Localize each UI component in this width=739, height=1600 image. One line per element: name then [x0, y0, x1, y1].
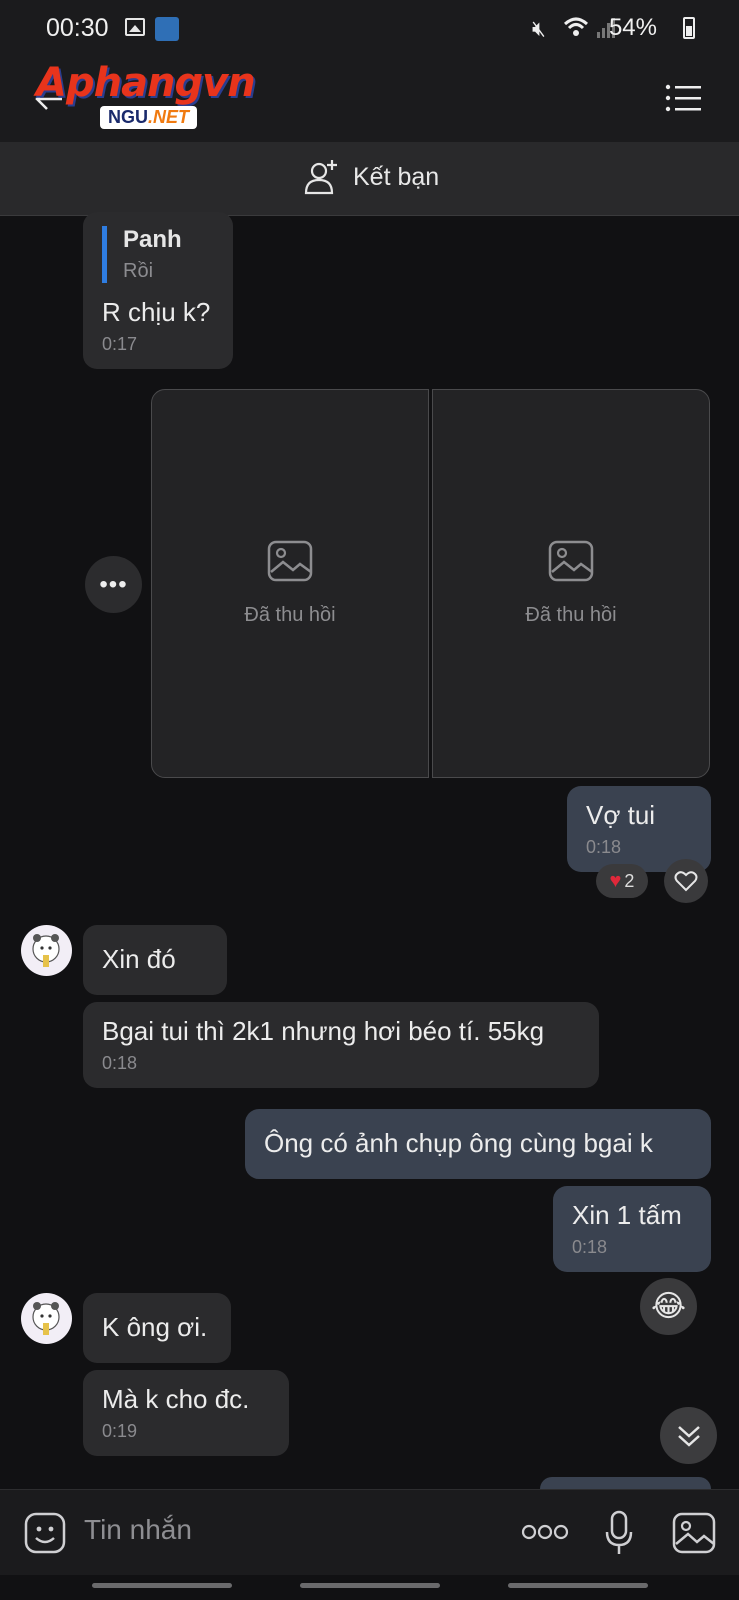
message-bubble-incoming[interactable]: K ông ơi.	[83, 1293, 231, 1363]
message-text: Xin 1 tấm	[572, 1200, 682, 1230]
app-notification-icon	[155, 17, 179, 41]
sticker-icon[interactable]	[24, 1512, 66, 1554]
microphone-icon[interactable]	[604, 1510, 634, 1556]
message-time: 0:18	[572, 1237, 608, 1257]
nav-home[interactable]	[300, 1583, 440, 1588]
image-icon	[548, 540, 594, 582]
message-input[interactable]: Tin nhắn	[84, 1514, 192, 1546]
add-friend-bar: Kết bạn	[0, 142, 739, 216]
nav-recents[interactable]	[92, 1583, 232, 1588]
message-bubble-outgoing[interactable]: Xin 1 tấm 0:18	[553, 1186, 711, 1272]
add-user-icon	[304, 160, 337, 195]
quoted-reply[interactable]: Panh Rồi	[102, 226, 214, 283]
menu-icon[interactable]	[665, 84, 701, 112]
more-options-icon[interactable]	[521, 1524, 569, 1540]
message-text: Ông có ảnh chụp ông cùng bgai k	[264, 1128, 653, 1158]
recalled-photo[interactable]: Đã thu hồi	[432, 389, 710, 778]
mute-icon: 🔇︎	[532, 16, 546, 41]
message-time: 0:19	[102, 1421, 138, 1441]
logo-sub: NGU.NET	[100, 106, 198, 129]
laughing-emoji-icon: 😂	[650, 1290, 687, 1323]
heart-icon: ♥	[609, 869, 622, 892]
avatar[interactable]	[21, 1293, 72, 1344]
message-text: Vợ tui	[586, 800, 656, 830]
logo-main-text: Aphangvn	[36, 60, 256, 106]
message-bubble-incoming[interactable]: Panh Rồi R chịu k? 0:17	[83, 212, 233, 369]
recalled-label: Đã thu hồi	[244, 604, 336, 626]
status-bar: 00:30 🔇︎ 54%	[0, 0, 739, 56]
scroll-to-bottom-button[interactable]	[660, 1407, 717, 1464]
reaction-badge[interactable]: ♥ 2	[596, 864, 648, 898]
message-input-bar: Tin nhắn	[0, 1489, 739, 1575]
message-bubble-outgoing[interactable]: Ông có ảnh chụp ông cùng bgai k	[245, 1109, 711, 1179]
gallery-notification-icon	[125, 18, 145, 36]
message-bubble-incoming[interactable]: Xin đó	[83, 925, 227, 995]
panda-sticker-icon	[32, 1302, 60, 1335]
panda-sticker-icon	[32, 934, 60, 967]
message-text: K ông ơi.	[102, 1312, 208, 1342]
double-chevron-down-icon	[677, 1425, 700, 1447]
message-text: Mà k cho đc.	[102, 1384, 250, 1414]
message-options-button[interactable]: •••	[85, 556, 142, 613]
message-text: Xin đó	[102, 944, 176, 974]
react-button[interactable]	[664, 859, 708, 903]
message-text: R chịu k?	[102, 297, 211, 327]
recalled-label: Đã thu hồi	[525, 604, 617, 626]
add-friend-button[interactable]: Kết bạn	[303, 158, 439, 196]
watermark-logo: Aphangvn NGU.NET	[36, 60, 256, 129]
chat-header: Aphangvn NGU.NET	[0, 56, 739, 142]
status-time: 00:30	[46, 14, 109, 42]
heart-outline-icon	[674, 871, 698, 892]
message-time: 0:18	[586, 837, 622, 857]
message-bubble-incoming[interactable]: Mà k cho đc. 0:19	[83, 1370, 289, 1456]
message-bubble-outgoing[interactable]	[540, 1477, 711, 1489]
quoted-sender: Panh	[123, 226, 182, 253]
add-friend-label: Kết bạn	[353, 162, 440, 191]
recalled-photo[interactable]: Đã thu hồi	[151, 389, 429, 778]
system-nav-bar	[0, 1575, 739, 1600]
message-text: Bgai tui thì 2k1 nhưng hơi béo tí. 55kg	[102, 1016, 545, 1046]
battery-percent: 54%	[608, 14, 657, 41]
image-icon	[267, 540, 313, 582]
message-bubble-incoming[interactable]: Bgai tui thì 2k1 nhưng hơi béo tí. 55kg …	[83, 1002, 599, 1088]
battery-icon	[683, 17, 695, 39]
avatar[interactable]	[21, 925, 72, 976]
message-time: 0:17	[102, 334, 138, 354]
message-time: 0:18	[102, 1053, 138, 1073]
photo-picker-icon[interactable]	[672, 1512, 716, 1554]
wifi-icon	[563, 17, 589, 36]
react-button[interactable]: 😂	[640, 1278, 697, 1335]
nav-back[interactable]	[508, 1583, 648, 1588]
reaction-count: 2	[624, 870, 635, 891]
quoted-text: Rồi	[123, 260, 154, 282]
